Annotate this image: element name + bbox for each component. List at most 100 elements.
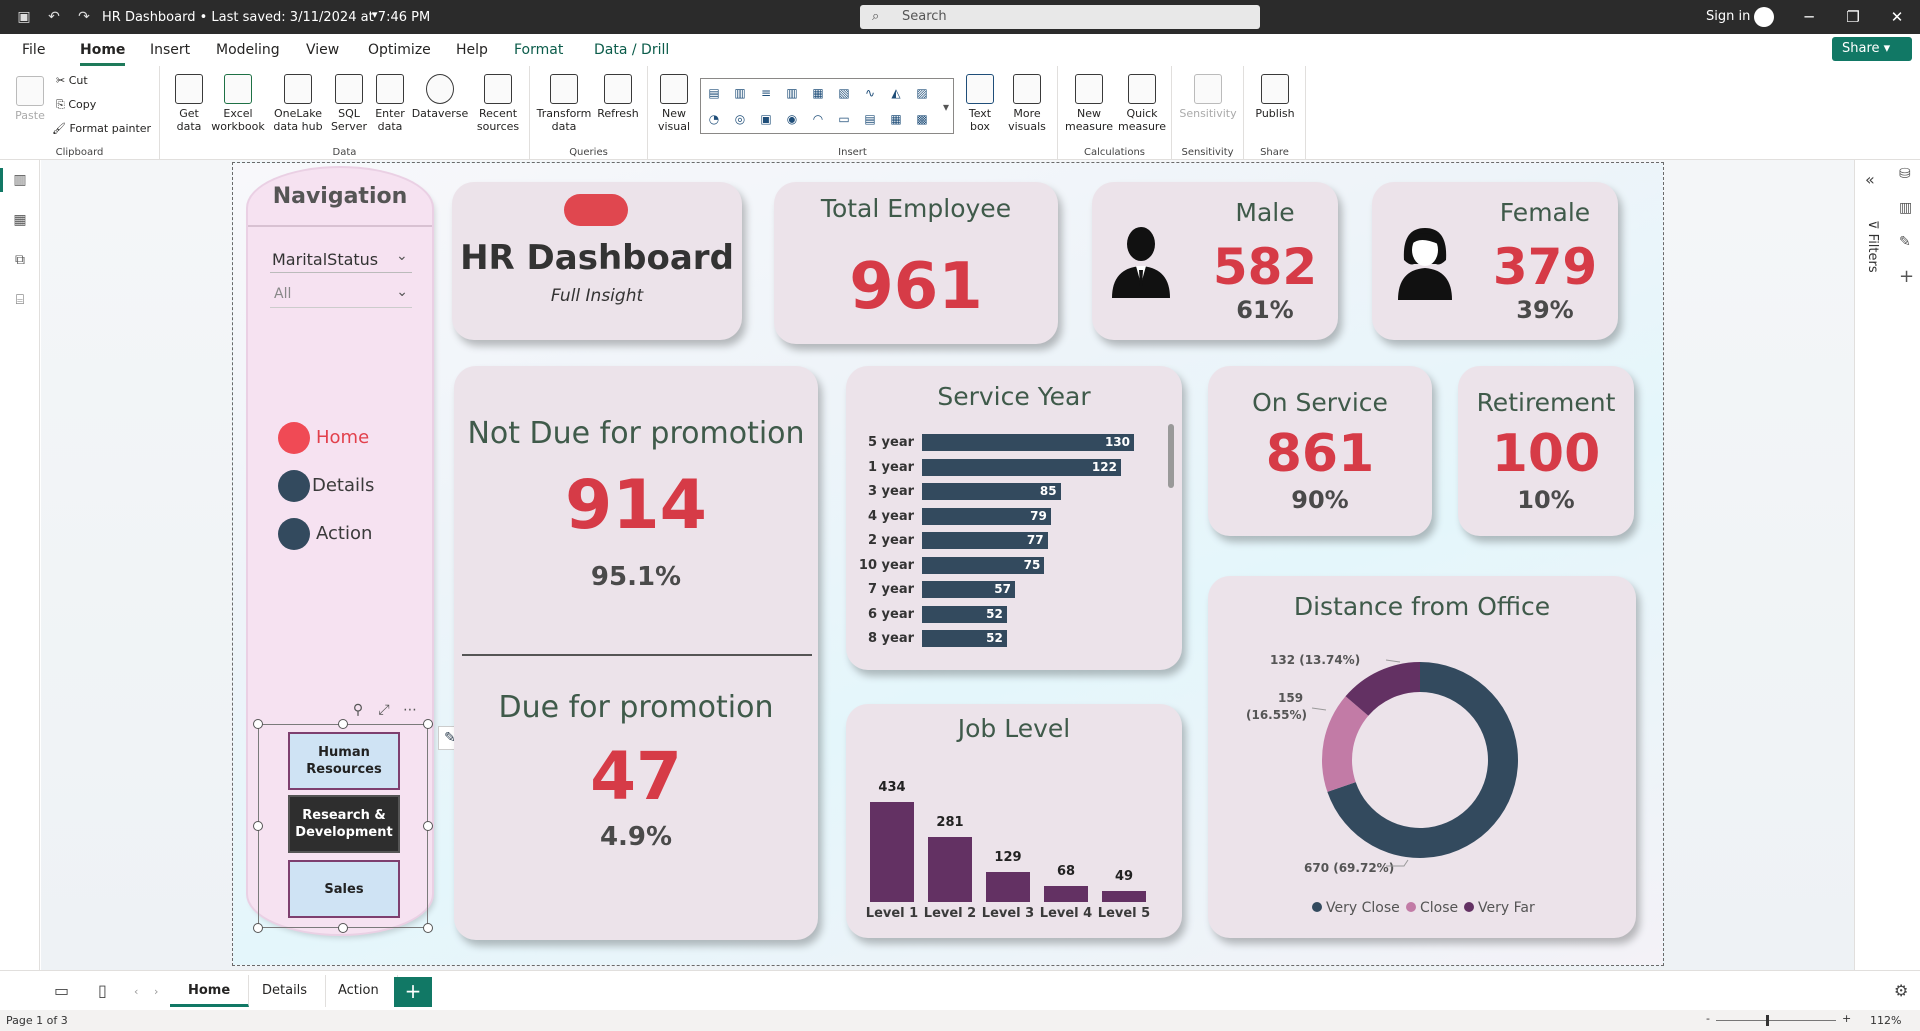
gallery-expand-icon[interactable]: ▾ xyxy=(937,99,955,115)
legend-close[interactable]: Close xyxy=(1406,900,1458,916)
dept-human-resources-button[interactable]: Human Resources xyxy=(288,732,400,790)
resize-handle[interactable] xyxy=(338,719,348,729)
undo-icon[interactable]: ↶ xyxy=(46,9,62,25)
settings-gear-icon[interactable]: ⚙ xyxy=(1894,981,1908,1000)
marital-status-dropdown[interactable]: All ⌄ xyxy=(270,280,412,308)
desktop-layout-icon[interactable]: ▭ xyxy=(54,981,69,1000)
dept-research-development-button[interactable]: Research & Development xyxy=(288,795,400,853)
visualizations-pane-icon[interactable]: ▥ xyxy=(1899,200,1915,216)
legend-very-far[interactable]: Very Far xyxy=(1464,900,1535,916)
refresh-button[interactable]: Refresh xyxy=(594,74,642,120)
page-tab-action[interactable]: Action xyxy=(320,975,398,1007)
close-icon[interactable]: ✕ xyxy=(1882,6,1912,28)
new-visual-button[interactable]: New visual xyxy=(652,74,696,133)
redo-icon[interactable]: ↷ xyxy=(76,9,92,25)
excel-button[interactable]: Excel workbook xyxy=(210,74,266,133)
job-level-bar[interactable] xyxy=(1044,886,1088,902)
zoom-slider-knob[interactable] xyxy=(1766,1015,1769,1026)
service-year-bar[interactable] xyxy=(922,434,1134,451)
dax-query-icon[interactable]: ⌸ xyxy=(12,292,28,308)
dept-sales-button[interactable]: Sales xyxy=(288,860,400,918)
legend-very-close[interactable]: Very Close xyxy=(1312,900,1400,916)
chevron-down-icon[interactable]: ▾ xyxy=(372,8,378,21)
donut-slice[interactable] xyxy=(1322,696,1369,792)
restore-icon[interactable]: ❐ xyxy=(1838,6,1868,28)
focus-mode-icon[interactable]: ⤢ xyxy=(374,702,394,718)
clustered-column-icon[interactable]: ▥ xyxy=(783,85,801,101)
clustered-bar-icon[interactable]: ≡ xyxy=(757,85,775,101)
tab-home[interactable]: Home xyxy=(80,42,126,66)
tab-file[interactable]: File xyxy=(22,42,45,58)
resize-handle[interactable] xyxy=(423,923,433,933)
table-visual-icon[interactable]: ▦ xyxy=(887,111,905,127)
job-level-bar[interactable] xyxy=(928,837,972,902)
tab-view[interactable]: View xyxy=(306,42,339,58)
tab-format[interactable]: Format xyxy=(514,42,563,58)
add-pane-icon[interactable]: + xyxy=(1899,266,1915,287)
chevron-down-icon[interactable]: ⌄ xyxy=(396,248,408,264)
enter-data-button[interactable]: Enter data xyxy=(370,74,410,133)
publish-button[interactable]: Publish xyxy=(1250,74,1300,120)
search-input[interactable]: ⌕ Search xyxy=(860,5,1260,29)
tab-modeling[interactable]: Modeling xyxy=(216,42,280,58)
copy-button[interactable]: ⎘ Copy xyxy=(56,98,96,112)
table-view-icon[interactable]: ▦ xyxy=(12,212,28,228)
visual-gallery[interactable]: ▤ ▥ ≡ ▥ ▦ ▧ ∿ ◭ ▨ ◔ ◎ ▣ ◉ ◠ ▭ ▤ ▦ ▩ ▾ xyxy=(700,78,954,134)
report-view-icon[interactable]: ▥ xyxy=(0,168,28,192)
recent-sources-button[interactable]: Recent sources xyxy=(470,74,526,133)
tab-optimize[interactable]: Optimize xyxy=(368,42,431,58)
pie-chart-icon[interactable]: ◔ xyxy=(705,111,723,127)
prev-page-icon[interactable]: ‹ xyxy=(134,985,138,998)
filter-icon[interactable]: ⚲ xyxy=(348,702,368,718)
add-page-button[interactable]: + xyxy=(394,977,432,1007)
column-100-icon[interactable]: ▧ xyxy=(835,85,853,101)
share-button[interactable]: Share ▾ xyxy=(1832,37,1912,61)
more-options-icon[interactable]: ⋯ xyxy=(400,702,420,718)
sign-in-link[interactable]: Sign in xyxy=(1706,9,1750,24)
resize-handle[interactable] xyxy=(338,923,348,933)
account-icon[interactable] xyxy=(1754,7,1774,27)
card-icon[interactable]: ▭ xyxy=(835,111,853,127)
column-chart-icon[interactable]: ▥ xyxy=(731,85,749,101)
resize-handle[interactable] xyxy=(253,821,263,831)
sql-server-button[interactable]: SQL Server xyxy=(328,74,370,133)
cut-button[interactable]: ✂ Cut xyxy=(56,74,88,87)
tab-help[interactable]: Help xyxy=(456,42,488,58)
gauge-icon[interactable]: ◠ xyxy=(809,111,827,127)
matrix-icon[interactable]: ▩ xyxy=(913,111,931,127)
stacked-bar-icon[interactable]: ▤ xyxy=(705,85,723,101)
sensitivity-button[interactable]: Sensitivity xyxy=(1176,74,1240,120)
format-painter-button[interactable]: 🖌 Format painter xyxy=(52,122,151,135)
zoom-in-icon[interactable]: + xyxy=(1842,1012,1851,1025)
tab-insert[interactable]: Insert xyxy=(150,42,190,58)
line-chart-icon[interactable]: ∿ xyxy=(861,85,879,101)
kpi-icon[interactable]: ▤ xyxy=(861,111,879,127)
nav-details-button[interactable]: Details xyxy=(278,470,398,502)
resize-handle[interactable] xyxy=(253,719,263,729)
resize-handle[interactable] xyxy=(423,719,433,729)
stacked-column-icon[interactable]: ▦ xyxy=(809,85,827,101)
zoom-out-icon[interactable]: - xyxy=(1706,1012,1710,1025)
filters-pane-toggle[interactable]: ⊽ Filters xyxy=(1865,220,1880,273)
paste-button[interactable]: Paste xyxy=(12,76,48,122)
area-chart-icon[interactable]: ◭ xyxy=(887,85,905,101)
resize-handle[interactable] xyxy=(253,923,263,933)
job-level-bar[interactable] xyxy=(986,872,1030,902)
data-pane-icon[interactable]: ⛁ xyxy=(1899,166,1915,182)
job-level-bar[interactable] xyxy=(1102,890,1146,902)
page-tab-home[interactable]: Home xyxy=(170,975,250,1007)
donut-chart-icon[interactable]: ◎ xyxy=(731,111,749,127)
format-pane-icon[interactable]: ✎ xyxy=(1899,234,1915,250)
transform-data-button[interactable]: Transform data xyxy=(536,74,592,133)
quick-measure-button[interactable]: Quick measure xyxy=(1116,74,1168,133)
next-page-icon[interactable]: › xyxy=(154,985,158,998)
nav-action-button[interactable]: Action xyxy=(278,518,398,550)
collapse-icon[interactable]: « xyxy=(1865,170,1875,189)
dataverse-button[interactable]: Dataverse xyxy=(410,74,470,120)
zoom-slider[interactable] xyxy=(1716,1020,1836,1021)
combo-chart-icon[interactable]: ▨ xyxy=(913,85,931,101)
text-box-button[interactable]: Text box xyxy=(962,74,998,133)
save-icon[interactable]: ▣ xyxy=(16,9,32,25)
new-measure-button[interactable]: New measure xyxy=(1064,74,1114,133)
treemap-icon[interactable]: ▣ xyxy=(757,111,775,127)
